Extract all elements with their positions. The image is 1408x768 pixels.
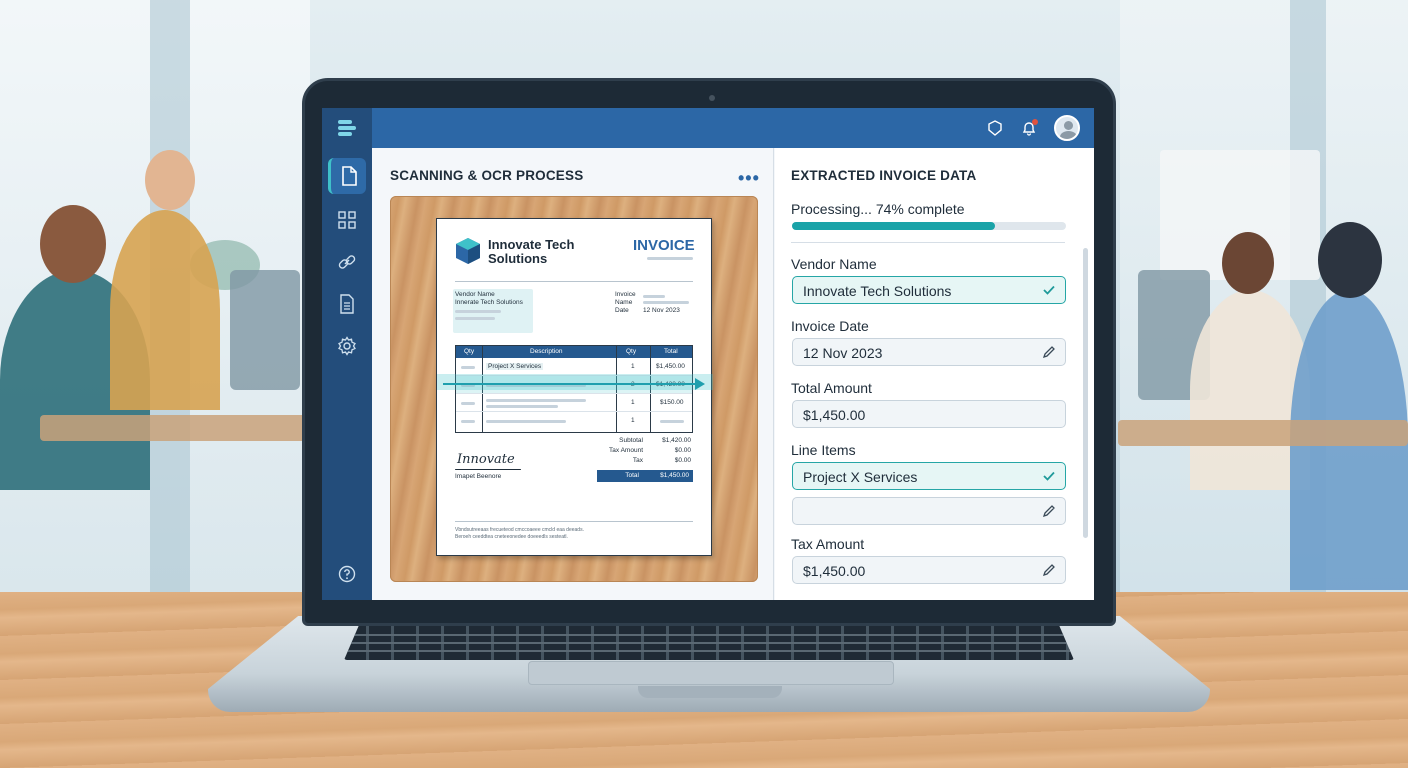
person-head [1318,222,1382,298]
progress-bar [792,222,1066,230]
edit-icon[interactable] [1042,345,1056,359]
total-label: Total Amount [791,380,872,396]
desk-left [40,415,310,441]
app-screen: SCANNING & OCR PROCESS ••• Innovate Tech… [322,108,1094,600]
sidebar-item-documents[interactable] [328,158,366,194]
tax-label: Tax Amount [791,536,865,552]
monitor-left [230,270,300,390]
vendor-value: Innovate Tech Solutions [803,283,952,299]
doc-th: Qty [464,348,475,355]
scanned-invoice: Innovate Tech Solutions INVOICE Vendor N… [436,218,713,556]
top-bar [322,108,1094,148]
doc-th: Total [664,348,678,355]
help-button[interactable] [328,556,366,592]
scan-panel: SCANNING & OCR PROCESS ••• Innovate Tech… [372,148,774,600]
total-value: $1,450.00 [803,407,866,423]
line-item-value: Project X Services [803,469,918,485]
date-value: 12 Nov 2023 [803,345,883,361]
person-head [1222,232,1274,294]
scan-line [443,383,699,385]
bell-icon[interactable] [1020,119,1038,137]
company-logo-icon [456,238,480,264]
file-list-icon [340,294,354,314]
doc-signer: Imapet Beenore [455,473,502,480]
scrollbar[interactable] [1083,248,1088,538]
progress-fill [792,222,995,230]
person-head [145,150,195,210]
person-head [40,205,106,283]
laptop-keyboard [344,626,1074,660]
doc-footer: Vbndsutreeaas frecueteod cmccoaeee cmcld… [455,527,584,533]
progress-text: Processing... 74% complete [791,201,965,217]
sidebar-item-settings[interactable] [328,328,366,364]
edit-icon[interactable] [1042,504,1056,518]
doc-invoice-label: Invoice [615,291,636,298]
doc-date-label: Date [615,307,629,314]
doc-th: Qty [626,348,637,355]
sidebar-item-links[interactable] [328,244,366,280]
doc-total-bar: Total $1,450.00 [597,470,693,482]
edit-icon[interactable] [1042,563,1056,577]
doc-th: Description [530,348,563,355]
sidebar-item-reports[interactable] [328,286,366,322]
doc-signature: Innovate [457,452,515,467]
link-icon [338,255,356,269]
top-icons [986,114,1080,142]
camera-icon [709,95,715,101]
invoice-heading: INVOICE [633,237,695,254]
tax-value: $1,450.00 [803,563,866,579]
doc-date-value: 12 Nov 2023 [643,307,680,314]
help-icon [338,565,356,583]
document-icon [341,166,357,186]
shield-icon[interactable] [986,119,1004,137]
check-icon [1043,285,1055,295]
sidebar [322,148,372,600]
doc-footer: Beroeh ceeddtea cneteeonedee doeeedls se… [455,534,568,540]
invoice-company-name: Innovate Tech Solutions [488,237,575,266]
sidebar-item-dashboard[interactable] [328,202,366,238]
more-options-button[interactable]: ••• [738,168,760,189]
extract-panel-title: EXTRACTED INVOICE DATA [791,168,977,183]
notification-dot [1032,119,1038,125]
vendor-field[interactable]: Innovate Tech Solutions [792,276,1066,304]
line-item-field[interactable] [792,497,1066,525]
scan-highlight-band [437,374,713,390]
total-field[interactable]: $1,450.00 [792,400,1066,428]
app-logo[interactable] [322,108,372,148]
laptop-trackpad [528,661,894,685]
line-item-field[interactable]: Project X Services [792,462,1066,490]
extract-panel: EXTRACTED INVOICE DATA Processing... 74%… [775,148,1094,600]
line-items-label: Line Items [791,442,856,458]
scan-arrow-icon [695,378,705,390]
doc-row: 1 [456,412,692,430]
doc-name-label: Name [615,299,633,306]
doc-row: 1 $150.00 [456,394,692,412]
doc-vendor-label: Vendor Name [455,291,495,298]
user-avatar[interactable] [1054,115,1080,141]
person-standing [110,210,220,410]
date-label: Invoice Date [791,318,869,334]
doc-vendor-value: Innerate Tech Solutions [455,299,523,306]
vendor-label: Vendor Name [791,256,877,272]
tax-field[interactable]: $1,450.00 [792,556,1066,584]
check-icon [1043,471,1055,481]
desk-right [1118,420,1408,446]
date-field[interactable]: 12 Nov 2023 [792,338,1066,366]
scan-panel-title: SCANNING & OCR PROCESS [390,168,584,183]
laptop-notch [638,686,782,698]
grid-icon [338,211,356,229]
logo-icon [338,120,356,136]
settings-icon [338,336,356,356]
scan-surface: Innovate Tech Solutions INVOICE Vendor N… [390,196,758,582]
